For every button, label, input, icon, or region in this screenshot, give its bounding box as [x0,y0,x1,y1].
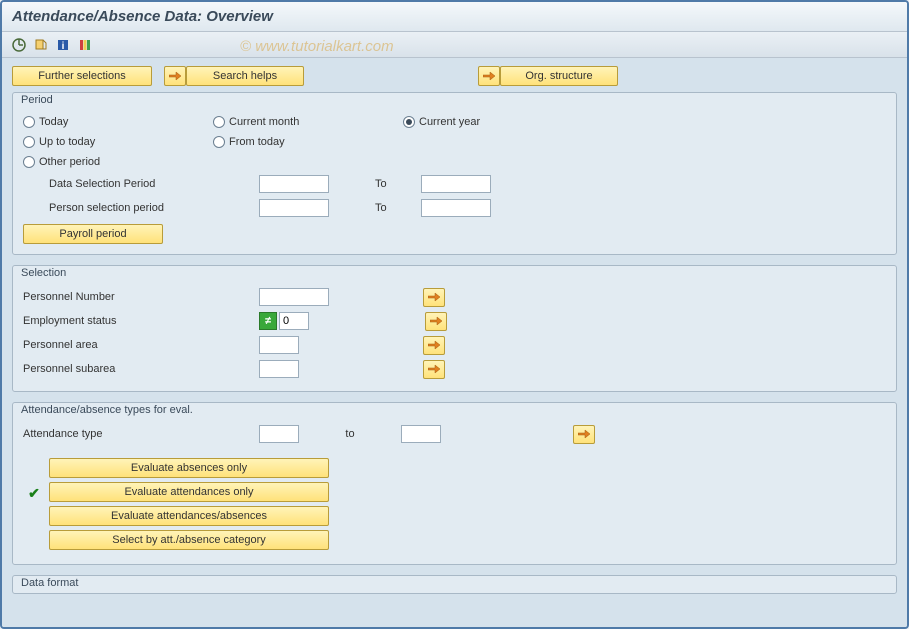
further-selections-label: Further selections [38,70,125,82]
evaluate-attendances-button[interactable]: Evaluate attendances only [49,482,329,502]
personnel-number-input[interactable] [259,288,329,306]
select-by-category-button[interactable]: Select by att./absence category [49,530,329,550]
svg-text:i: i [62,41,65,52]
data-format-title: Data format [13,575,896,593]
radio-current-year-label: Current year [419,116,480,128]
select-by-category-label: Select by att./absence category [112,534,265,546]
evaluate-absences-button[interactable]: Evaluate absences only [49,458,329,478]
personnel-subarea-multi-button[interactable] [423,360,445,379]
radio-dot-selected-icon [403,116,415,128]
search-helps-label: Search helps [213,70,277,82]
to-label: To [375,202,415,214]
period-group-title: Period [13,92,896,106]
search-helps-arrow-button[interactable] [164,66,186,86]
period-group: Period Today Current month Current year [12,92,897,255]
personnel-area-label: Personnel area [23,339,253,351]
further-selections-button[interactable]: Further selections [12,66,152,86]
page-title: Attendance/Absence Data: Overview [2,2,907,32]
org-structure-label: Org. structure [525,70,592,82]
person-selection-from-input[interactable] [259,199,329,217]
radio-dot-icon [23,156,35,168]
attendance-type-from-input[interactable] [259,425,299,443]
radio-up-to-today[interactable]: Up to today [23,132,213,152]
radio-today-label: Today [39,116,68,128]
radio-dot-icon [213,136,225,148]
radio-current-month[interactable]: Current month [213,112,403,132]
radio-current-year[interactable]: Current year [403,112,593,132]
selection-group: Selection Personnel Number Employment st… [12,265,897,392]
attendance-type-multi-button[interactable] [573,425,595,444]
personnel-number-multi-button[interactable] [423,288,445,307]
personnel-area-input[interactable] [259,336,299,354]
attendance-type-to-input[interactable] [401,425,441,443]
data-selection-to-input[interactable] [421,175,491,193]
data-selection-from-input[interactable] [259,175,329,193]
to-label-lc: to [305,428,395,440]
personnel-area-multi-button[interactable] [423,336,445,355]
person-selection-label: Person selection period [23,202,253,214]
selection-group-title: Selection [13,265,896,279]
personnel-subarea-label: Personnel subarea [23,363,253,375]
attendance-types-title: Attendance/absence types for eval. [13,402,896,416]
app-toolbar: i [2,32,907,58]
radio-dot-icon [23,116,35,128]
personnel-number-label: Personnel Number [23,291,253,303]
check-icon: ✔ [23,485,45,502]
top-button-row: Further selections Search helps Org. str… [12,66,897,86]
data-selection-label: Data Selection Period [23,178,253,190]
employment-status-label: Employment status [23,315,253,327]
evaluate-both-button[interactable]: Evaluate attendances/absences [49,506,329,526]
person-selection-to-input[interactable] [421,199,491,217]
search-helps-button[interactable]: Search helps [186,66,304,86]
attendance-type-label: Attendance type [23,428,253,440]
radio-today[interactable]: Today [23,112,213,132]
payroll-period-button[interactable]: Payroll period [23,224,163,244]
org-structure-button[interactable]: Org. structure [500,66,618,86]
employment-status-multi-button[interactable] [425,312,447,331]
radio-dot-icon [213,116,225,128]
data-format-group: Data format [12,575,897,594]
not-equal-icon[interactable]: ≠ [259,312,277,330]
radio-current-month-label: Current month [229,116,299,128]
info-icon[interactable]: i [54,36,72,54]
radio-dot-icon [23,136,35,148]
evaluate-attendances-label: Evaluate attendances only [124,486,253,498]
attendance-types-group: Attendance/absence types for eval. Atten… [12,402,897,565]
execute-icon[interactable] [10,36,28,54]
content-area: Further selections Search helps Org. str… [2,58,907,629]
variant-icon[interactable] [32,36,50,54]
employment-status-input[interactable] [279,312,309,330]
org-structure-arrow-button[interactable] [478,66,500,86]
evaluate-absences-label: Evaluate absences only [131,462,247,474]
color-legend-icon[interactable] [76,36,94,54]
evaluate-both-label: Evaluate attendances/absences [111,510,267,522]
radio-from-today-label: From today [229,136,285,148]
payroll-period-label: Payroll period [59,228,126,240]
radio-other-period-label: Other period [39,156,100,168]
radio-from-today[interactable]: From today [213,132,403,152]
radio-other-period[interactable]: Other period [23,152,213,172]
radio-up-to-today-label: Up to today [39,136,95,148]
to-label: To [375,178,415,190]
personnel-subarea-input[interactable] [259,360,299,378]
